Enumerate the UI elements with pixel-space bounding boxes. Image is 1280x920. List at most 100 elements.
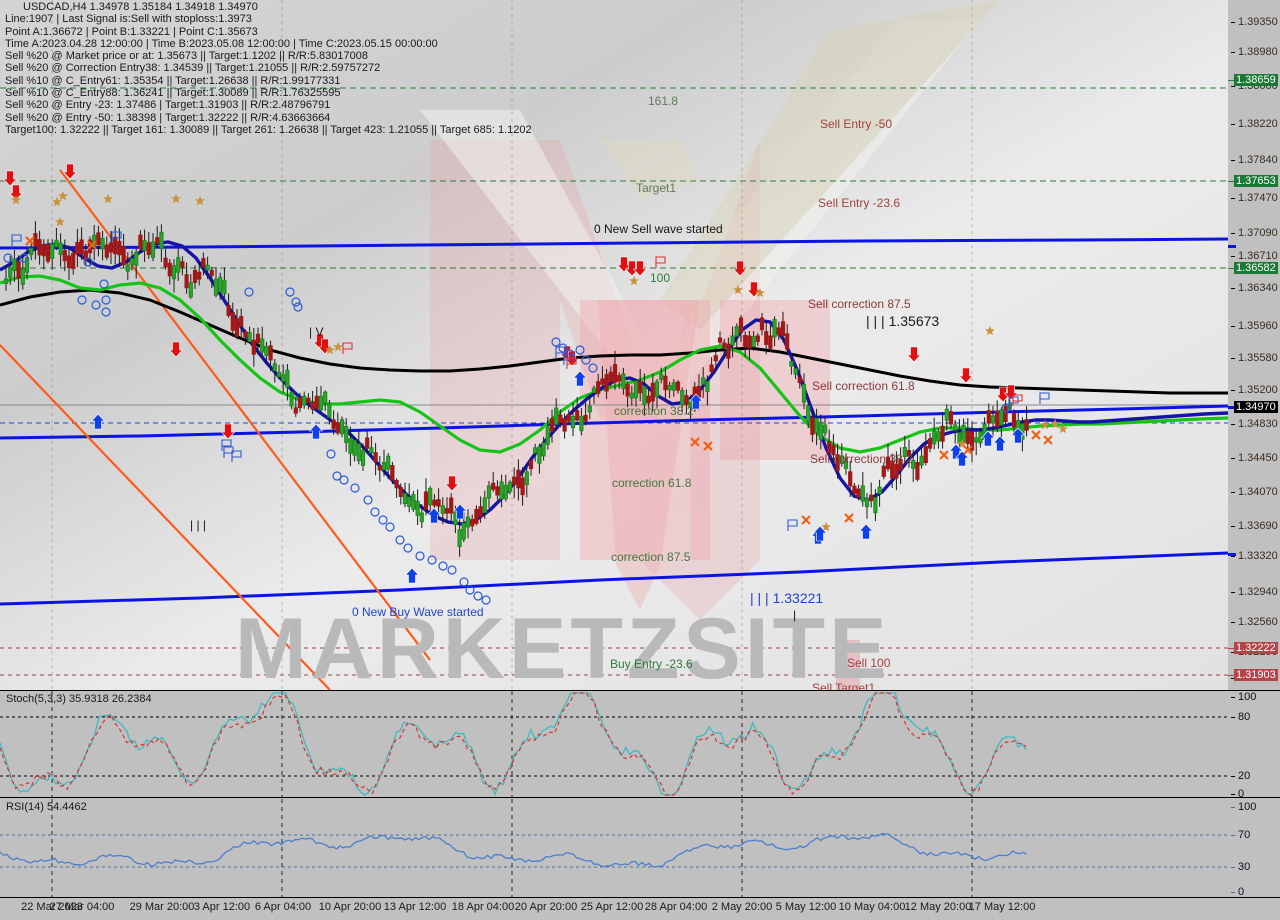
price-tick (1231, 622, 1235, 623)
stoch-tick (1231, 697, 1235, 698)
rsi-tick (1231, 867, 1235, 868)
chart-annotation: Sell correction 87.5 (808, 297, 911, 311)
chart-annotation: | | | 1.33221 (750, 590, 824, 606)
stoch-tick-label: 20 (1238, 770, 1251, 782)
price-tick (1231, 233, 1235, 234)
chart-annotation: | (793, 608, 797, 622)
price-tick-label: 1.33320 (1238, 550, 1278, 562)
time-tick-label: 10 May 04:00 (838, 901, 906, 913)
price-tick-label: 1.38980 (1238, 46, 1278, 58)
chart-info-header: USDCAD,H4 1.34978 1.35184 1.34918 1.3497… (5, 1, 532, 136)
price-level-chip: 1.32222 (1234, 642, 1278, 654)
price-tick (1231, 288, 1235, 289)
stochastic-label: Stoch(5,3,3) 35.9318 26.2384 (6, 693, 152, 705)
time-tick-label: 28 Apr 04:00 (644, 901, 708, 913)
chart-annotation: Buy Entry -23.6 (610, 657, 693, 671)
chart-annotation: | V (309, 325, 324, 339)
price-chart-pane[interactable]: MARKETZSITE USDCAD,H4 1.34978 1.35184 1.… (0, 0, 1228, 690)
stochastic-axis: 100 80 20 0 (1228, 691, 1280, 800)
price-tick-label: 1.33690 (1238, 520, 1278, 532)
sr-axis-marker (1228, 553, 1236, 556)
time-tick-label: 2 May 20:00 (711, 901, 773, 913)
chart-annotation: Sell Target1 (812, 681, 876, 690)
price-tick-label: 1.34070 (1238, 486, 1278, 498)
rsi-tick (1231, 835, 1235, 836)
sr-axis-marker (1228, 245, 1236, 248)
stoch-tick (1231, 776, 1235, 777)
pane-divider-2 (0, 797, 1280, 798)
price-tick (1231, 160, 1235, 161)
price-tick (1231, 22, 1235, 23)
time-tick-label: 10 Apr 20:00 (318, 901, 382, 913)
chart-annotation: | | | (190, 518, 207, 532)
rsi-svg (0, 799, 1228, 897)
chart-annotation: Sell Entry -50 (820, 117, 893, 131)
rsi-tick-label: 30 (1238, 861, 1251, 873)
price-tick (1231, 526, 1235, 527)
info-line: Sell %20 @ Entry -23: 1.37486 | Target:1… (5, 99, 331, 112)
chart-annotation: correction 87.5 (611, 550, 691, 564)
price-tick (1231, 198, 1235, 199)
price-tick-label: 1.36340 (1238, 282, 1278, 294)
rsi-tick (1231, 892, 1235, 893)
price-tick-label: 1.34450 (1238, 452, 1278, 464)
price-tick-label: 1.37090 (1238, 227, 1278, 239)
time-tick-label: 12 May 20:00 (904, 901, 972, 913)
price-tick-label: 1.37470 (1238, 192, 1278, 204)
price-tick-label: 1.35200 (1238, 384, 1278, 396)
price-tick-label: 1.32940 (1238, 586, 1278, 598)
chart-annotation: Sell 100 (847, 656, 891, 670)
rsi-axis: 100 70 30 0 (1228, 799, 1280, 898)
chart-annotation: correction 61.8 (612, 476, 692, 490)
time-axis[interactable]: 22 Mar 2023 27 Mar 04:00 29 Mar 20:00 3 Apr… (0, 898, 1280, 920)
time-tick-label: 18 Apr 04:00 (451, 901, 515, 913)
info-line: Sell %20 @ Entry -50: 1.38398 | Target:1… (5, 111, 331, 124)
chart-annotation: | | | 1.35673 (866, 313, 940, 329)
time-tick-label: 27 Mar 04:00 (49, 901, 115, 913)
stochastic-pane[interactable]: Stoch(5,3,3) 35.9318 26.2384 (0, 691, 1228, 797)
stoch-tick (1231, 794, 1235, 795)
time-tick-label: 25 Apr 12:00 (580, 901, 644, 913)
time-tick-label: 13 Apr 12:00 (383, 901, 447, 913)
info-line: Sell %20 @ Correction Entry38: 1.34539 |… (5, 62, 381, 75)
chart-annotation: Sell correction 38.2 (810, 452, 913, 466)
price-tick (1231, 556, 1235, 557)
price-tick (1231, 256, 1235, 257)
price-axis[interactable]: 1.39350 1.38980 1.38600 1.38220 1.37840 1.374… (1228, 0, 1280, 690)
price-level-chip: 1.37653 (1234, 175, 1278, 187)
info-line: Line:1907 | Last Signal is:Sell with sto… (5, 13, 252, 26)
price-tick (1231, 86, 1235, 87)
price-tick-label: 1.35960 (1238, 320, 1278, 332)
price-tick (1231, 326, 1235, 327)
stoch-tick-label: 100 (1238, 691, 1257, 703)
price-tick-label: 1.37840 (1238, 154, 1278, 166)
chart-annotation: Sell correction 61.8 (812, 379, 915, 393)
time-tick-label: 20 Apr 20:00 (514, 901, 578, 913)
price-tick (1231, 492, 1235, 493)
info-line: Time A:2023.04.28 12:00:00 | Time B:2023… (5, 37, 438, 50)
price-level-chip: 1.38659 (1234, 74, 1278, 86)
chart-annotation: Target1 (636, 181, 677, 195)
price-tick (1231, 592, 1235, 593)
price-tick (1231, 52, 1235, 53)
rsi-pane[interactable]: RSI(14) 54.4462 (0, 799, 1228, 897)
price-tick (1231, 124, 1235, 125)
trading-chart-window: MARKETZSITE USDCAD,H4 1.34978 1.35184 1.… (0, 0, 1280, 920)
price-tick-label: 1.32560 (1238, 616, 1278, 628)
price-tick (1231, 390, 1235, 391)
price-level-chip: 1.36582 (1234, 262, 1278, 274)
price-tick-label: 1.38220 (1238, 118, 1278, 130)
price-tick (1231, 458, 1235, 459)
time-tick-label: 5 May 12:00 (775, 901, 837, 913)
chart-annotation: 0 New Sell wave started (594, 222, 723, 236)
rsi-tick-label: 100 (1238, 801, 1257, 813)
chart-annotation: 0 New Buy Wave started (352, 605, 484, 619)
chart-annotation: correction 38.2 (614, 404, 694, 418)
price-tick-label: 1.34830 (1238, 418, 1278, 430)
rsi-tick (1231, 807, 1235, 808)
chart-annotation: 100 (650, 271, 671, 285)
price-level-chip: 1.31903 (1234, 669, 1278, 681)
stoch-tick (1231, 717, 1235, 718)
time-tick-label: 29 Mar 20:00 (129, 901, 195, 913)
time-tick-label: 17 May 12:00 (968, 901, 1036, 913)
